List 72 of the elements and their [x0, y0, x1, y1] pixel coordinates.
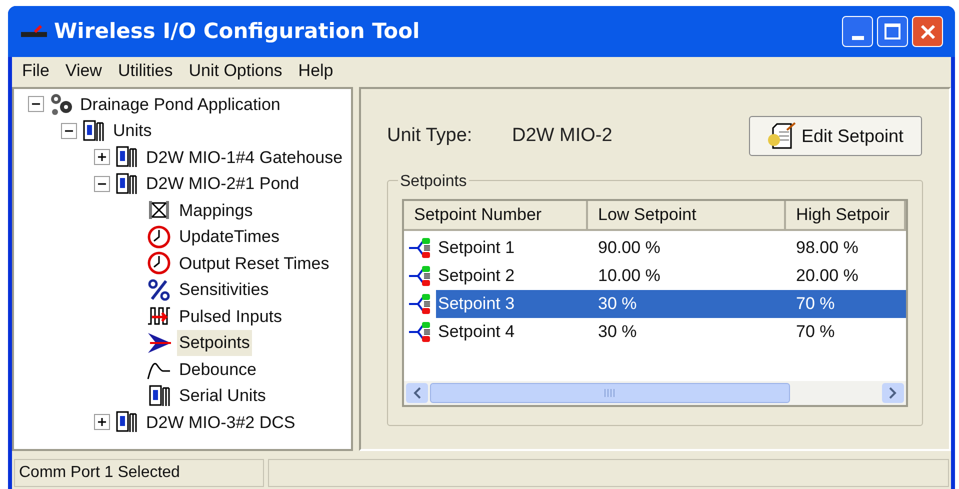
- tree-item[interactable]: Debounce: [177, 356, 259, 382]
- tree-item[interactable]: Sensitivities: [177, 277, 271, 302]
- column-header[interactable]: Low Setpoint: [588, 201, 786, 231]
- tree-item[interactable]: D2W MIO-1#4 Gatehouse: [144, 144, 345, 170]
- tree-item[interactable]: UpdateTimes: [177, 224, 282, 250]
- table-cell-text: Setpoint 2: [437, 265, 516, 288]
- table-cell-text: 90.00 %: [597, 237, 662, 260]
- scroll-left-button[interactable]: [406, 383, 428, 403]
- table-cell-text: 10.00 %: [597, 265, 662, 288]
- device-icon: [81, 118, 105, 143]
- setpoint-icon: [408, 265, 432, 287]
- maximize-icon: [884, 23, 901, 40]
- percent-icon: [147, 278, 171, 302]
- table-cell-text: 30 %: [597, 321, 638, 344]
- tree-item[interactable]: Output Reset Times: [177, 250, 332, 276]
- tree-item[interactable]: Mappings: [177, 198, 255, 223]
- column-header[interactable]: Setpoint Number: [404, 201, 588, 231]
- menu-item[interactable]: Utilities: [112, 58, 179, 84]
- plus-icon: [97, 417, 107, 428]
- table-cell: Setpoint 3: [436, 290, 588, 318]
- device-icon: [147, 384, 171, 408]
- expand-toggle[interactable]: [94, 149, 110, 166]
- table-cell-text: Setpoint 1: [437, 237, 516, 260]
- table-cell-text: 98.00 %: [795, 237, 860, 260]
- grip-icon: [604, 389, 616, 397]
- collapse-toggle[interactable]: [94, 176, 110, 192]
- table-cell-text: 20.00 %: [795, 265, 860, 288]
- tree-item[interactable]: Setpoints: [177, 330, 252, 356]
- setpoint-icon: [408, 293, 432, 315]
- table-cell: 30 %: [588, 290, 786, 318]
- close-button[interactable]: [912, 16, 943, 47]
- tree-item[interactable]: Pulsed Inputs: [177, 304, 284, 329]
- tree-item[interactable]: Units: [111, 118, 154, 144]
- edit-document-icon: [767, 122, 798, 150]
- tree-item[interactable]: Serial Units: [177, 383, 268, 408]
- logo-icon: [20, 24, 48, 40]
- scroll-right-button[interactable]: [882, 383, 904, 403]
- device-icon: [114, 145, 138, 170]
- column-header[interactable]: High Setpoir: [786, 201, 906, 231]
- unit-type-label: Unit Type:: [387, 124, 474, 148]
- close-icon: [920, 24, 936, 40]
- menu-item[interactable]: Help: [292, 58, 340, 84]
- tree-item[interactable]: D2W MIO-2#1 Pond: [144, 171, 302, 196]
- minimize-icon: [852, 36, 864, 40]
- clock-icon: [147, 224, 171, 249]
- tree-item[interactable]: Drainage Pond Application: [78, 92, 282, 117]
- menu-item[interactable]: View: [59, 58, 108, 84]
- unit-type-value: D2W MIO-2: [512, 124, 612, 148]
- maximize-button[interactable]: [877, 16, 908, 47]
- horizontal-scrollbar[interactable]: [404, 381, 906, 405]
- clock-icon: [147, 251, 171, 276]
- table-cell-text: Setpoint 4: [437, 321, 516, 344]
- menu-item[interactable]: File: [16, 58, 56, 84]
- arrow-icon: [147, 330, 171, 355]
- status-text: Comm Port 1 Selected: [14, 459, 264, 487]
- minimize-button[interactable]: [842, 16, 873, 47]
- collapse-toggle[interactable]: [28, 96, 44, 112]
- collapse-toggle[interactable]: [61, 122, 77, 139]
- edit-setpoint-button[interactable]: Edit Setpoint: [749, 116, 922, 156]
- gears-icon: [48, 92, 72, 116]
- device-icon: [114, 172, 138, 196]
- expand-toggle[interactable]: [94, 414, 110, 430]
- window-title: Wireless I/O Configuration Tool: [54, 18, 420, 45]
- menu-item[interactable]: Unit Options: [182, 58, 288, 84]
- plus-icon: [97, 152, 107, 162]
- device-icon: [114, 410, 138, 434]
- setpoint-icon: [408, 321, 432, 343]
- table-cell: 70 %: [786, 290, 906, 318]
- table-cell-text: 70 %: [795, 321, 836, 344]
- setpoint-icon: [408, 237, 432, 259]
- scroll-thumb[interactable]: [430, 383, 790, 403]
- tree-item[interactable]: D2W MIO-3#2 DCS: [144, 410, 298, 435]
